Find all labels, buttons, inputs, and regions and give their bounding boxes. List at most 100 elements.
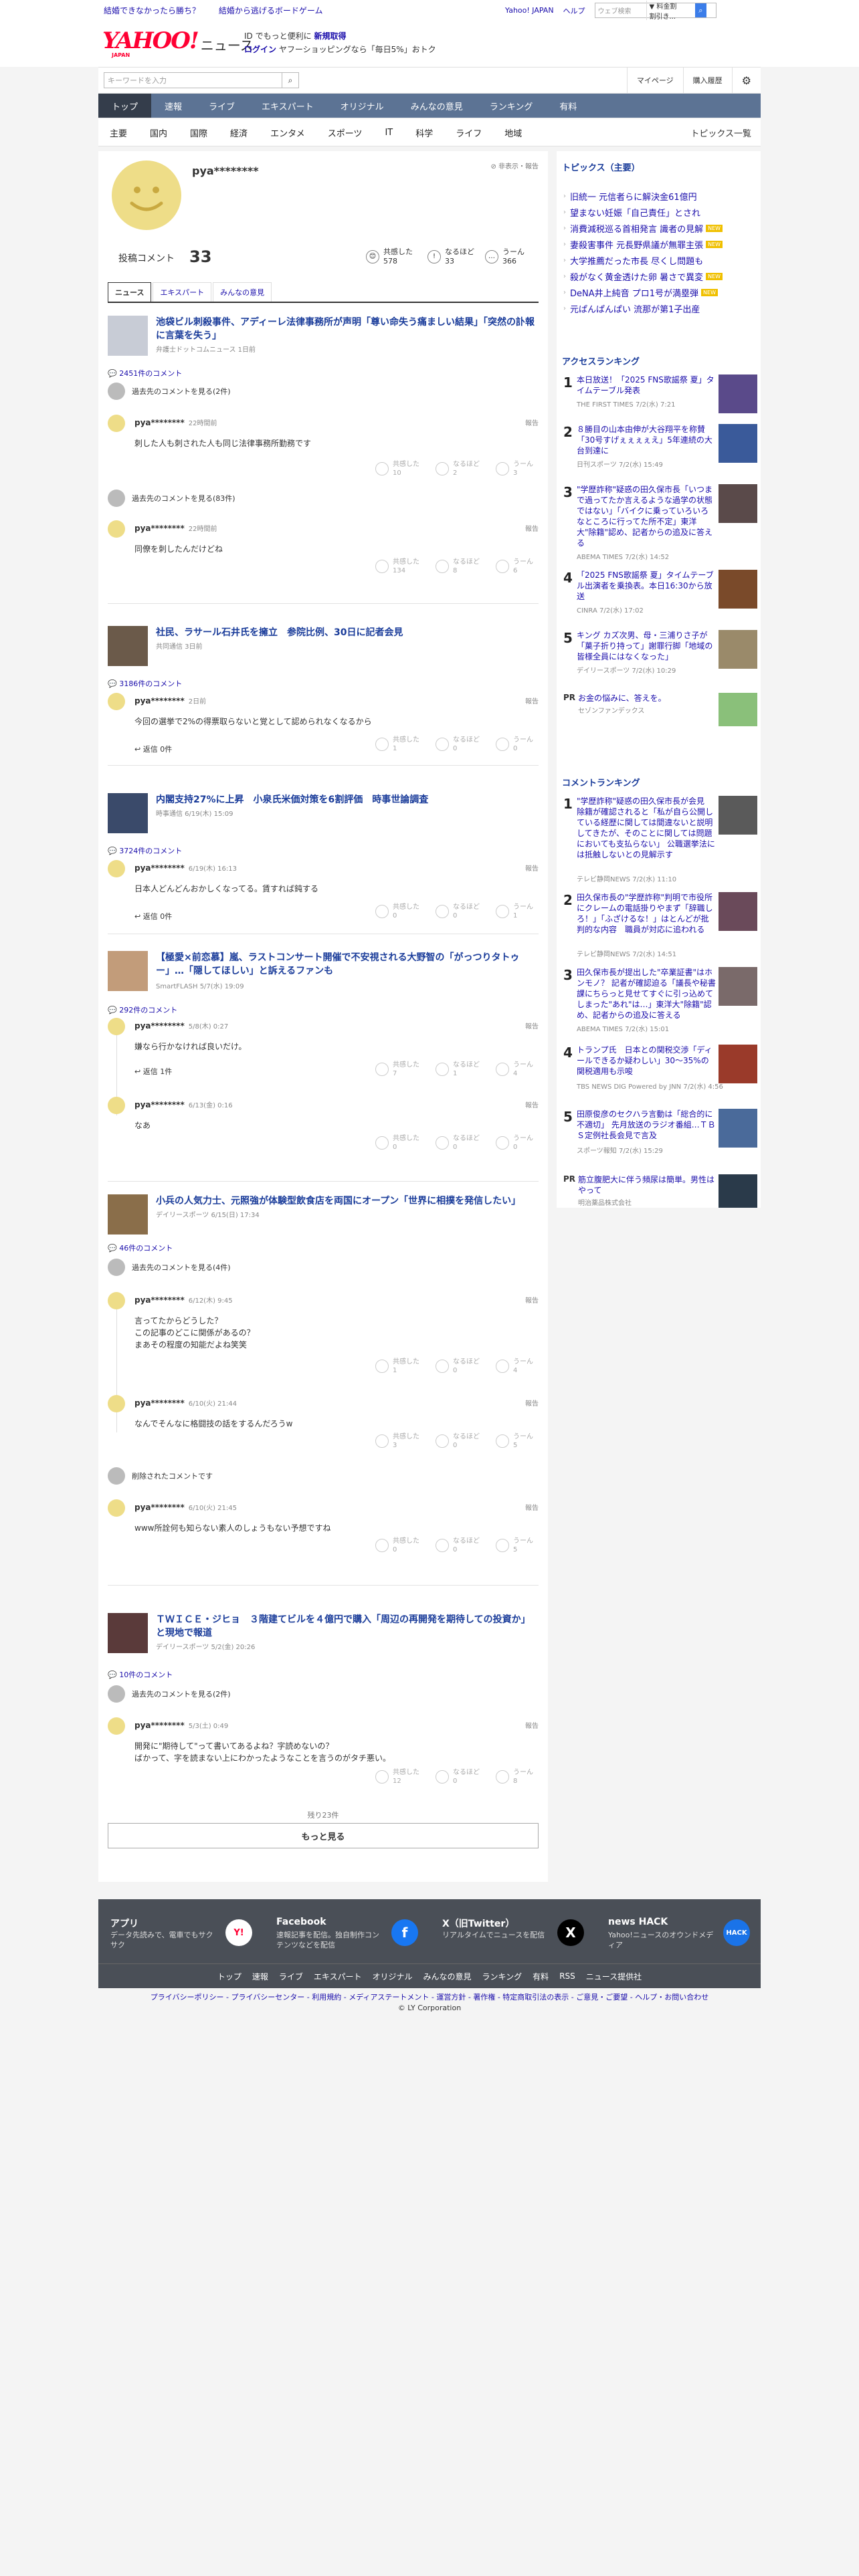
report-link[interactable]: 報告 (525, 1099, 539, 1109)
article-thumbnail[interactable] (108, 951, 148, 991)
nav-breaking[interactable]: 速報 (151, 94, 195, 118)
insight-button[interactable]: なるほど 0 (436, 903, 496, 920)
topic-link[interactable]: › DeNA井上純音 プロ1号が満塁弾 NEW (563, 286, 718, 299)
insight-button[interactable]: なるほど 2 (436, 460, 496, 477)
news-hack-link[interactable]: news HACK Yahoo!ニュースのオウンドメディア HACK (596, 1899, 757, 1963)
app-link[interactable]: アプリ データ先読みで、電車でもサクサク Y! (98, 1899, 259, 1963)
comment-count-link[interactable]: 💬 3186件のコメント (108, 678, 182, 689)
keyword-search[interactable]: キーワードを入力 ⌕ (104, 72, 299, 88)
x-twitter-link[interactable]: X（旧Twitter） リアルタイムでニュースを配信 X (430, 1899, 591, 1963)
footer-links[interactable]: プライバシーポリシー - プライバシーセンター - 利用規約 - メディアステー… (98, 1992, 761, 2002)
article-title[interactable]: 池袋ビル刺殺事件、アディーレ法律事務所が声明「尊い命失う痛ましい結果」「突然の訃… (156, 316, 537, 342)
keyword-input[interactable]: キーワードを入力 (104, 75, 282, 86)
empathy-button[interactable]: 共感した 0 (375, 903, 436, 920)
empathy-button[interactable]: 共感した 12 (375, 1768, 436, 1786)
report-link[interactable]: 報告 (525, 1720, 539, 1730)
report-link[interactable]: 報告 (525, 695, 539, 706)
category-local[interactable]: 地域 (493, 126, 533, 139)
topic-link[interactable]: › 消費減税巡る首相発言 識者の見解 NEW (563, 222, 723, 235)
category-main[interactable]: 主要 (98, 126, 138, 139)
footer-nav-link[interactable]: 有料 (533, 1971, 549, 1982)
topic-link[interactable]: › 望まない妊娠「自己責任」とされ (563, 206, 700, 219)
web-search-input[interactable]: ウェブ検索 (595, 5, 637, 15)
tab-opinion[interactable]: みんなの意見 (213, 282, 272, 302)
article-thumbnail[interactable] (108, 1194, 148, 1235)
article-title[interactable]: 【極愛×前恋慕】嵐、ラストコンサート開催で不安視される大野智の「がっつりタトゥー… (156, 951, 537, 978)
insight-button[interactable]: なるほど 1 (436, 1061, 496, 1078)
report-link[interactable]: 報告 (525, 523, 539, 533)
facebook-link[interactable]: Facebook 速報記事を配信。独自制作コンテンツなどを配信 f (264, 1899, 425, 1963)
footer-nav-link[interactable]: ライブ (279, 1971, 303, 1982)
empathy-button[interactable]: 共感した 1 (375, 1358, 436, 1375)
doubt-button[interactable]: うーん 6 (496, 558, 556, 575)
hide-report-link[interactable]: ⊘ 非表示・報告 (490, 160, 539, 171)
footer-nav-link[interactable]: ランキング (482, 1971, 522, 1982)
footer-nav-link[interactable]: みんなの意見 (423, 1971, 472, 1982)
article-thumbnail[interactable] (108, 1613, 148, 1653)
topic-link[interactable]: › 殺がなく黄金透けた卵 暑さで異変 NEW (563, 270, 723, 283)
topics-list-link[interactable]: トピックス一覧 (690, 126, 761, 139)
footer-nav-link[interactable]: ニュース提供社 (586, 1971, 642, 1982)
insight-button[interactable]: なるほど 0 (436, 1537, 496, 1554)
report-link[interactable]: 報告 (525, 1021, 539, 1031)
nav-ranking[interactable]: ランキング (476, 94, 547, 118)
nav-top[interactable]: トップ (98, 94, 152, 118)
promo-link[interactable]: 結婚から逃げるボードゲーム (219, 6, 323, 15)
nav-live[interactable]: ライブ (195, 94, 248, 118)
article-thumbnail[interactable] (108, 626, 148, 666)
doubt-button[interactable]: うーん 4 (496, 1061, 556, 1078)
pr-item[interactable]: PR お金の悩みに、答えを。 セゾンファンデックス (563, 693, 757, 740)
gear-icon[interactable]: ⚙ (731, 68, 761, 93)
empathy-button[interactable]: 共感した 134 (375, 558, 436, 575)
topic-link[interactable]: › 妻殺害事件 元長野県議が無罪主張 NEW (563, 238, 723, 251)
category-sports[interactable]: スポーツ (316, 126, 374, 139)
category-domestic[interactable]: 国内 (138, 126, 179, 139)
help-link[interactable]: ヘルプ (563, 5, 585, 16)
search-option-select[interactable]: ▼ 料金割割引き... (646, 0, 686, 21)
ranking-item[interactable]: 5 キング カズ次男、母・三浦りさ子が「菓子折り持って」謝罪行脚「地域の皆様全員… (563, 630, 757, 685)
topic-link[interactable]: › 旧統一 元信者らに解決金61億円 (563, 190, 697, 203)
ranking-item[interactable]: 5 田原俊彦のセクハラ言動は「総合的に不適切」 先月放送のラジオ番組…ＴＢＳ定例… (563, 1109, 757, 1166)
nav-paid[interactable]: 有料 (546, 94, 590, 118)
article-title[interactable]: ＴＷＩＣＥ・ジヒョ ３階建てビルを４億円で購入「周辺の再開発を期待しての投資か」… (156, 1613, 537, 1640)
empathy-button[interactable]: 共感した 0 (375, 1134, 436, 1152)
ranking-item[interactable]: 4 「2025 FNS歌謡祭 夏」タイムテーブル出演者を乗換表。本日16:30か… (563, 570, 757, 625)
comment-count-link[interactable]: 💬 292件のコメント (108, 1004, 177, 1015)
insight-button[interactable]: なるほど 0 (436, 736, 496, 753)
report-link[interactable]: 報告 (525, 863, 539, 873)
footer-nav-link[interactable]: トップ (217, 1971, 242, 1982)
category-life[interactable]: ライフ (444, 126, 493, 139)
empathy-button[interactable]: 共感した 10 (375, 460, 436, 477)
tab-expert[interactable]: エキスパート (153, 282, 212, 302)
nav-original[interactable]: オリジナル (327, 94, 397, 118)
insight-button[interactable]: なるほど 0 (436, 1768, 496, 1786)
load-more-button[interactable]: もっと見る (108, 1823, 539, 1848)
ranking-item[interactable]: 3 "学歴詐称"疑惑の田久保市長「いつまで過ってたか言えるような過学の状態ではな… (563, 484, 757, 564)
comment-count-link[interactable]: 💬 10件のコメント (108, 1669, 173, 1680)
report-link[interactable]: 報告 (525, 1398, 539, 1408)
promo-link[interactable]: 結婚できなかったら勝ち？ (104, 6, 200, 15)
doubt-button[interactable]: うーん 0 (496, 736, 556, 753)
ranking-item[interactable]: 2 田久保市長の"学歴詐称"判明で市役所にクレームの電話掛りやまず「辞職しろ！」… (563, 892, 757, 959)
login-link[interactable]: ログイン (244, 45, 276, 54)
search-icon[interactable]: ⌕ (282, 73, 298, 88)
insight-button[interactable]: なるほど 0 (436, 1134, 496, 1152)
doubt-button[interactable]: うーん 0 (496, 1134, 556, 1152)
pr-item[interactable]: PR 筋立腹肥大に伴う頻尿は簡単。男性はやって 明治薬品株式会社 (563, 1174, 757, 1208)
topic-link[interactable]: › 元ぱんぱんぱい 流那が第1子出産 (563, 302, 700, 315)
empathy-button[interactable]: 共感した 0 (375, 1537, 436, 1554)
category-entertainment[interactable]: エンタメ (259, 126, 316, 139)
article-title[interactable]: 社民、ラサール石井氏を擁立 参院比例、30日に記者会見 (156, 626, 537, 639)
category-world[interactable]: 国際 (179, 126, 219, 139)
doubt-button[interactable]: うーん 1 (496, 903, 556, 920)
purchase-history-link[interactable]: 購入履歴 (682, 68, 732, 93)
doubt-button[interactable]: うーん 5 (496, 1432, 556, 1450)
insight-button[interactable]: なるほど 0 (436, 1358, 496, 1375)
nav-opinion[interactable]: みんなの意見 (397, 94, 476, 118)
footer-nav-link[interactable]: オリジナル (373, 1971, 413, 1982)
comment-count-link[interactable]: 💬 2451件のコメント (108, 368, 182, 379)
tab-news[interactable]: ニュース (108, 282, 152, 302)
topic-link[interactable]: › 大学推薦だった市長 尽くし問題も (563, 254, 703, 267)
search-icon[interactable]: ⌕ (695, 3, 706, 17)
category-it[interactable]: IT (373, 128, 404, 138)
